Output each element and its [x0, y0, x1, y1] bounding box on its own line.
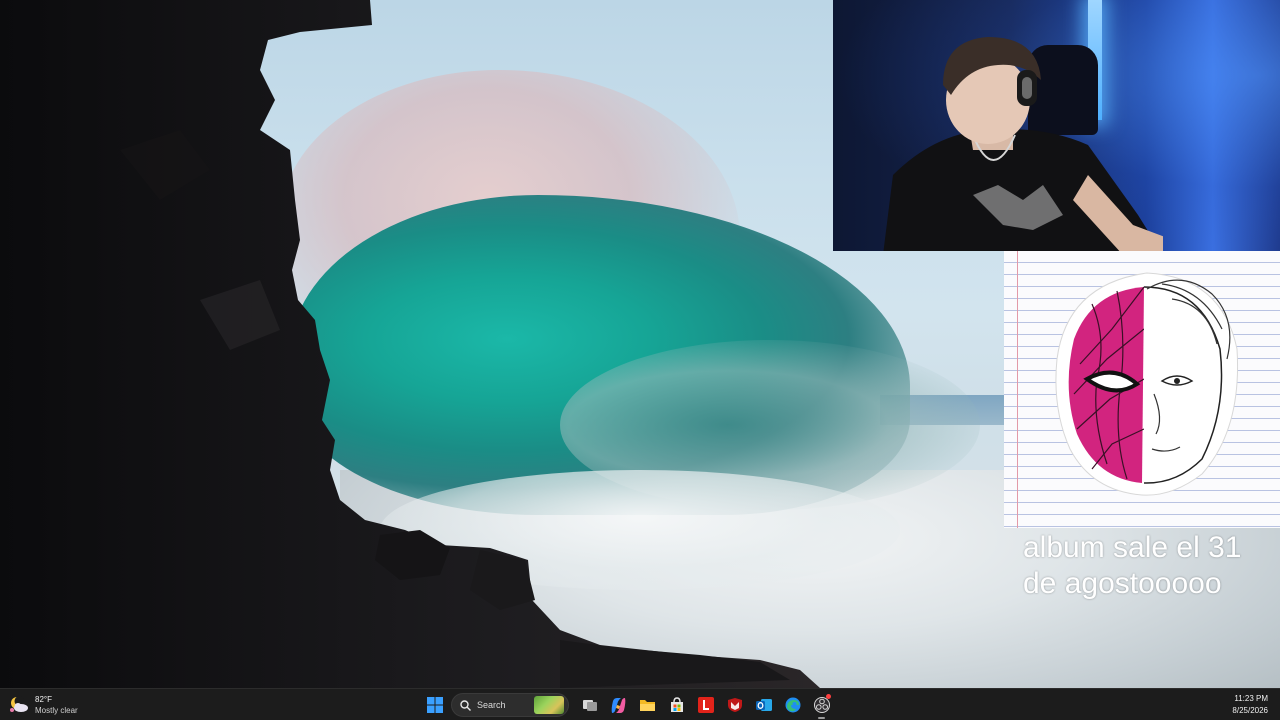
- half-spiderman-half-face-drawing: [1052, 269, 1242, 499]
- file-explorer-button[interactable]: [635, 692, 660, 718]
- taskbar-center: Search: [422, 692, 834, 719]
- obs-active-indicator: [818, 717, 825, 719]
- search-icon: [460, 699, 471, 711]
- task-view-button[interactable]: [577, 692, 602, 718]
- store-icon: [670, 697, 683, 712]
- copilot-button[interactable]: [606, 692, 631, 718]
- mcafee-button[interactable]: [722, 692, 747, 718]
- weather-text: 82°F Mostly clear: [35, 694, 78, 716]
- webcam-feed: [833, 0, 1280, 251]
- microsoft-store-button[interactable]: [664, 692, 689, 718]
- lenovo-l-icon: [697, 697, 714, 713]
- outlook-button[interactable]: [751, 692, 776, 718]
- search-highlight-image: [534, 696, 564, 714]
- taskbar-search-box[interactable]: Search: [451, 693, 569, 717]
- search-label: Search: [477, 700, 506, 710]
- album-cover-art: [1004, 251, 1280, 528]
- edge-icon: [785, 697, 800, 713]
- outlook-icon: [755, 699, 772, 711]
- edge-button[interactable]: [780, 692, 805, 718]
- obs-button[interactable]: [809, 692, 834, 719]
- wallpaper-rock-cliff: [0, 0, 820, 688]
- taskbar: 82°F Mostly clear Search 11:23 PM 8/25/2…: [0, 688, 1280, 720]
- clock-time: 11:23 PM: [1234, 694, 1268, 703]
- mcafee-shield-icon: [727, 698, 742, 712]
- weather-condition: Mostly clear: [35, 706, 78, 715]
- webcam-streamer: [873, 25, 1163, 251]
- weather-widget[interactable]: 82°F Mostly clear: [8, 692, 78, 718]
- folder-icon: [640, 699, 655, 711]
- obs-icon: [813, 697, 830, 713]
- lenovo-button[interactable]: [693, 692, 718, 718]
- weather-temperature: 82°F: [35, 695, 52, 704]
- system-clock[interactable]: 11:23 PM 8/25/2026: [1232, 693, 1268, 717]
- album-release-caption: album sale el 31 de agostooooo: [1023, 531, 1242, 600]
- task-view-icon: [582, 700, 597, 711]
- clock-date: 8/25/2026: [1232, 706, 1268, 715]
- weather-moon-cloud-icon: [10, 696, 28, 712]
- obs-recording-indicator: [826, 694, 831, 699]
- notebook-margin-line: [1017, 251, 1018, 528]
- copilot-icon: [611, 697, 626, 713]
- start-button[interactable]: [422, 692, 447, 718]
- windows-start-icon: [426, 697, 443, 713]
